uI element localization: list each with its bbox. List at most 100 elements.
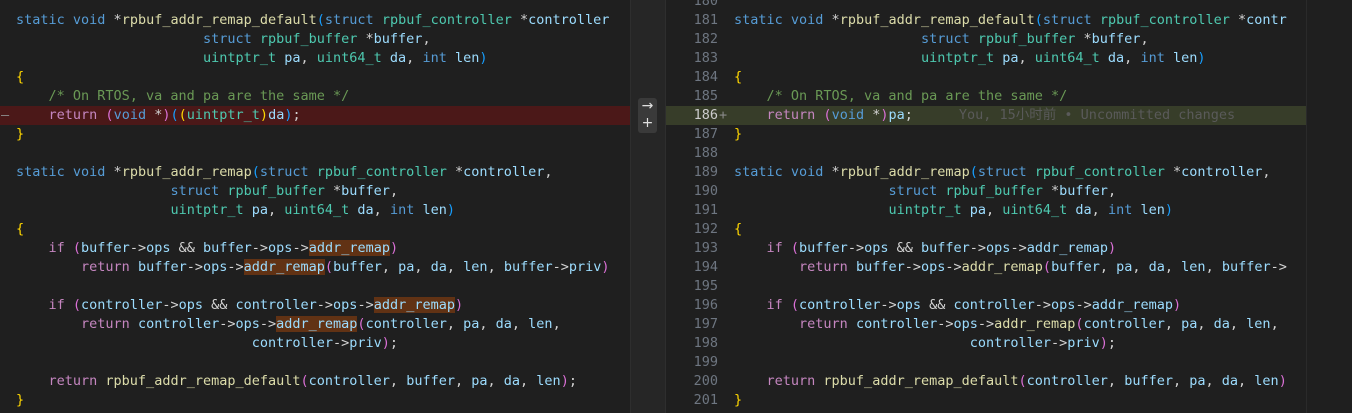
code-line[interactable]: uintptr_t pa, uint64_t da, int len) [0, 49, 630, 68]
code-line[interactable]: return controller->ops->addr_remap(contr… [666, 315, 1306, 334]
code-text: return buffer->ops->addr_remap(buffer, p… [81, 259, 610, 275]
code-text: return (void *)pa; You, 15小时前 • Uncommitt… [766, 107, 1236, 123]
code-line[interactable]: controller->priv); [0, 334, 630, 353]
code-text: return controller->ops->addr_remap(contr… [799, 316, 1279, 332]
code-line[interactable]: uintptr_t pa, uint64_t da, int len) [666, 201, 1306, 220]
code-text: static void *rpbuf_addr_remap(struct rpb… [16, 164, 553, 180]
code-text: uintptr_t pa, uint64_t da, int len) [920, 50, 1206, 66]
line-number: 185 [693, 88, 718, 104]
code-line[interactable]: static void *rpbuf_addr_remap_default(st… [666, 11, 1306, 30]
code-text: { [16, 69, 25, 85]
line-number: 192 [693, 221, 718, 237]
added-line-marker: + [719, 107, 728, 123]
git-blame-annotation: You, 15小时前 • Uncommitted changes [958, 107, 1236, 123]
code-text: if (buffer->ops && buffer->ops->addr_rem… [766, 240, 1117, 256]
code-line[interactable]: { [0, 68, 630, 87]
line-number: 186 [693, 107, 718, 123]
code-line[interactable] [0, 277, 630, 296]
code-line[interactable]: { [666, 220, 1306, 239]
code-line[interactable]: if (buffer->ops && buffer->ops->addr_rem… [0, 239, 630, 258]
code-line[interactable] [666, 144, 1306, 163]
code-line[interactable]: static void *rpbuf_addr_remap_default(st… [0, 11, 630, 30]
line-number: 191 [693, 202, 718, 218]
code-line[interactable]: return (void *)pa; You, 15小时前 • Uncommitt… [666, 106, 1306, 125]
code-line[interactable] [0, 144, 630, 163]
code-text: if (buffer->ops && buffer->ops->addr_rem… [48, 240, 399, 256]
code-line[interactable]: struct rpbuf_buffer *buffer, [0, 30, 630, 49]
code-text: } [16, 126, 25, 142]
diff-editor: static void *rpbuf_addr_remap_default(st… [0, 0, 1352, 413]
code-line[interactable]: static void *rpbuf_addr_remap(struct rpb… [666, 163, 1306, 182]
line-number: 195 [693, 278, 718, 294]
code-text: } [734, 392, 743, 408]
revert-change-button[interactable]: → + [638, 98, 657, 133]
code-line[interactable]: controller->priv); [666, 334, 1306, 353]
line-number: 189 [693, 164, 718, 180]
code-text: static void *rpbuf_addr_remap_default(st… [734, 12, 1287, 28]
code-line[interactable]: struct rpbuf_buffer *buffer, [0, 182, 630, 201]
code-line[interactable]: return buffer->ops->addr_remap(buffer, p… [666, 258, 1306, 277]
code-text: uintptr_t pa, uint64_t da, int len) [170, 202, 455, 218]
code-line[interactable]: return rpbuf_addr_remap_default(controll… [666, 372, 1306, 391]
code-text: return rpbuf_addr_remap_default(controll… [766, 373, 1287, 389]
code-line[interactable]: struct rpbuf_buffer *buffer, [666, 30, 1306, 49]
code-line[interactable]: } [0, 391, 630, 410]
code-text: struct rpbuf_buffer *buffer, [920, 31, 1149, 47]
code-line[interactable] [0, 353, 630, 372]
line-number: 198 [693, 335, 718, 351]
code-text: } [734, 126, 743, 142]
code-text: if (controller->ops && controller->ops->… [48, 297, 464, 313]
code-text: return buffer->ops->addr_remap(buffer, p… [799, 259, 1287, 275]
code-text: } [16, 392, 25, 408]
code-line[interactable]: } [0, 125, 630, 144]
code-line[interactable]: if (controller->ops && controller->ops->… [666, 296, 1306, 315]
code-line[interactable]: { [0, 220, 630, 239]
code-line[interactable]: { [666, 68, 1306, 87]
code-line[interactable] [666, 353, 1306, 372]
code-text: return rpbuf_addr_remap_default(controll… [48, 373, 577, 389]
plus-icon: + [641, 115, 654, 131]
code-text: return (void *)((uintptr_t)da); [48, 107, 301, 123]
line-number: 200 [693, 373, 718, 389]
code-text: uintptr_t pa, uint64_t da, int len) [202, 50, 488, 66]
overview-ruler[interactable] [1306, 0, 1352, 413]
code-text: static void *rpbuf_addr_remap_default(st… [16, 12, 610, 28]
arrow-right-icon: → [641, 98, 654, 114]
line-number: 188 [693, 145, 718, 161]
code-line[interactable]: if (controller->ops && controller->ops->… [0, 296, 630, 315]
code-text: controller->priv); [969, 335, 1117, 351]
code-line[interactable]: return (void *)((uintptr_t)da); [0, 106, 630, 125]
code-line[interactable]: /* On RTOS, va and pa are the same */ [666, 87, 1306, 106]
line-number: 184 [693, 69, 718, 85]
original-pane[interactable]: static void *rpbuf_addr_remap_default(st… [0, 0, 630, 413]
code-text: { [16, 221, 25, 237]
code-line[interactable]: struct rpbuf_buffer *buffer, [666, 182, 1306, 201]
line-number: 194 [693, 259, 718, 275]
code-text: { [734, 69, 743, 85]
line-number: 196 [693, 297, 718, 313]
code-line[interactable] [666, 277, 1306, 296]
code-text: struct rpbuf_buffer *buffer, [170, 183, 399, 199]
line-number: 197 [693, 316, 718, 332]
code-text: controller->priv); [251, 335, 399, 351]
code-line[interactable]: } [666, 391, 1306, 410]
line-number: 180 [693, 0, 718, 9]
code-text: if (controller->ops && controller->ops->… [766, 297, 1182, 313]
code-line[interactable]: if (buffer->ops && buffer->ops->addr_rem… [666, 239, 1306, 258]
code-line[interactable]: static void *rpbuf_addr_remap(struct rpb… [0, 163, 630, 182]
code-line[interactable]: return controller->ops->addr_remap(contr… [0, 315, 630, 334]
code-line[interactable]: uintptr_t pa, uint64_t da, int len) [666, 49, 1306, 68]
code-line[interactable] [666, 0, 1306, 11]
code-line[interactable]: return rpbuf_addr_remap_default(controll… [0, 372, 630, 391]
modified-pane[interactable]: static void *rpbuf_addr_remap_default(st… [666, 0, 1306, 413]
code-line[interactable]: } [666, 125, 1306, 144]
line-number: 187 [693, 126, 718, 142]
code-line[interactable]: /* On RTOS, va and pa are the same */ [0, 87, 630, 106]
code-line[interactable]: uintptr_t pa, uint64_t da, int len) [0, 201, 630, 220]
code-text: uintptr_t pa, uint64_t da, int len) [888, 202, 1173, 218]
code-text: /* On RTOS, va and pa are the same */ [766, 88, 1068, 104]
code-line[interactable]: return buffer->ops->addr_remap(buffer, p… [0, 258, 630, 277]
line-number: 182 [693, 31, 718, 47]
code-text: /* On RTOS, va and pa are the same */ [48, 88, 350, 104]
line-number: 190 [693, 183, 718, 199]
